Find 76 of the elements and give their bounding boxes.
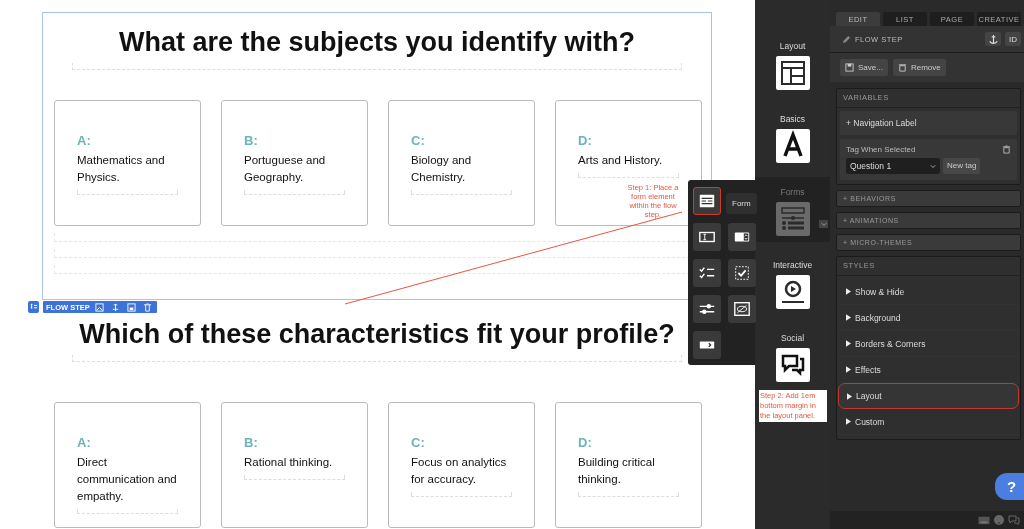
option-letter: B: — [244, 435, 259, 450]
element-button[interactable] — [728, 295, 756, 323]
element-button[interactable] — [693, 331, 721, 359]
option-text: Rational thinking. — [244, 455, 334, 470]
option-letter: A: — [77, 435, 92, 450]
form-icon — [775, 202, 810, 236]
style-item[interactable]: Layout — [838, 383, 1019, 409]
play-icon — [775, 275, 810, 309]
element-button[interactable] — [728, 259, 756, 287]
checkbox-icon — [733, 264, 751, 282]
tag-select[interactable]: Question 1 — [846, 158, 940, 174]
option-text: Focus on analytics for accuracy. — [411, 455, 508, 487]
option-letter: B: — [244, 133, 259, 148]
list-icon[interactable] — [28, 301, 39, 313]
letter-icon — [775, 129, 810, 163]
category-item[interactable]: Basics — [755, 113, 830, 160]
option-text: Arts and History. — [578, 153, 664, 168]
flow-step[interactable]: Which of these characteristics fit your profile? A: Direct communication and empathy. B: Rational thinking. C: Focus on analytics for accuracy. D: Building critical thinking. — [42, 316, 712, 529]
navigation-label-button[interactable]: + Navigation Label — [840, 111, 1017, 135]
element-button[interactable] — [693, 295, 721, 323]
element-button[interactable] — [728, 223, 756, 251]
triangle-icon — [846, 340, 851, 347]
option-letter: C: — [411, 435, 426, 450]
option-text: Building critical thinking. — [578, 455, 656, 487]
triangle-icon — [846, 418, 851, 425]
form-icon — [698, 192, 716, 210]
category-item[interactable]: Layout — [755, 40, 830, 87]
element-button[interactable] — [693, 259, 721, 287]
question-heading: Which of these characteristics fit your profile? — [78, 318, 676, 351]
triangle-icon — [846, 288, 851, 295]
layout-icon — [775, 56, 810, 90]
save-button[interactable]: Save... — [840, 59, 888, 76]
hidden-field-icon — [733, 300, 751, 318]
id-button[interactable]: ID — [1005, 32, 1021, 46]
triangle-icon — [846, 314, 851, 321]
option-letter: D: — [578, 435, 593, 450]
option-letter: A: — [77, 133, 92, 148]
option-text: Biology and Chemistry. — [411, 153, 473, 185]
answer-card[interactable]: D: Building critical thinking. — [555, 402, 702, 528]
option-letter: C: — [411, 133, 426, 148]
answer-card[interactable]: C: Focus on analytics for accuracy. — [388, 402, 535, 528]
triangle-icon — [846, 366, 851, 373]
answer-card[interactable]: B: Rational thinking. — [221, 402, 368, 528]
category-item[interactable]: Forms — [755, 177, 830, 242]
category-item[interactable]: Interactive — [755, 259, 830, 306]
triangle-icon — [847, 392, 852, 400]
style-item[interactable]: Custom — [838, 409, 1019, 435]
trash-icon[interactable] — [1002, 145, 1011, 154]
keyboard-icon[interactable] — [978, 515, 990, 525]
answer-card[interactable]: B: Portuguese and Geography. — [221, 100, 368, 226]
anchor-button[interactable] — [985, 32, 1001, 46]
chat-icon — [775, 348, 810, 382]
element-button[interactable] — [693, 187, 721, 215]
save-icon — [845, 63, 854, 72]
style-item[interactable]: Show & Hide — [838, 279, 1019, 305]
option-text: Direct communication and empathy. — [77, 455, 178, 504]
tooltip: Form — [726, 193, 757, 214]
category-item[interactable]: Social — [755, 332, 830, 379]
option-text: Mathematics and Physics. — [77, 153, 166, 185]
style-item[interactable]: Background — [838, 305, 1019, 331]
save-icon[interactable] — [124, 302, 138, 312]
answer-card[interactable]: A: Direct communication and empathy. — [54, 402, 201, 528]
help-button[interactable]: ? — [995, 473, 1024, 500]
answer-card[interactable]: A: Mathematics and Physics. — [54, 100, 201, 226]
option-letter: D: — [578, 133, 593, 148]
answer-card[interactable]: C: Biology and Chemistry. — [388, 100, 535, 226]
caret-icon — [930, 163, 936, 169]
option-text: Portuguese and Geography. — [244, 153, 327, 185]
trash-icon — [897, 63, 907, 72]
image-icon[interactable] — [92, 302, 106, 312]
remove-button[interactable]: Remove — [892, 59, 946, 76]
style-item[interactable]: Borders & Corners — [838, 331, 1019, 357]
question-heading: What are the subjects you identify with? — [117, 26, 637, 59]
element-button[interactable] — [693, 223, 721, 251]
field-label: Tag When Selected — [846, 145, 916, 154]
new-tag-button[interactable]: New tag — [943, 158, 981, 174]
